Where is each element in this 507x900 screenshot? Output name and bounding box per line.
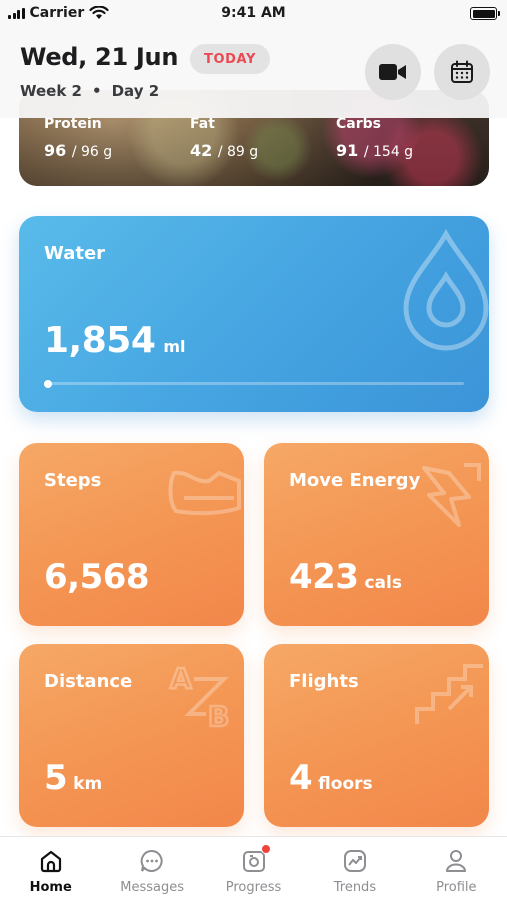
water-card[interactable]: Water 1,854 ml [19,216,489,412]
water-value: 1,854 [44,320,156,361]
distance-value: 5 [44,758,68,798]
tab-home[interactable]: Home [0,837,101,900]
protein-goal: / 96 g [71,144,113,160]
notification-badge [260,844,271,854]
move-energy-card[interactable]: Move Energy 423 cals [264,443,489,626]
battery-icon [470,7,500,20]
distance-card[interactable]: A B Distance 5 km [19,644,244,827]
water-unit: ml [163,337,186,356]
tab-profile[interactable]: Profile [406,837,507,900]
tab-progress[interactable]: Progress [203,837,304,900]
water-value-row: 1,854 ml [44,320,186,361]
tab-trends[interactable]: Trends [304,837,405,900]
steps-value: 6,568 [44,557,150,597]
tab-home-label: Home [29,880,72,895]
status-time: 9:41 AM [221,5,286,21]
distance-unit: km [73,774,103,794]
steps-card[interactable]: Steps 6,568 [19,443,244,626]
steps-title: Steps [44,470,102,491]
distance-value-row: 5 km [44,758,102,798]
separator-dot: • [92,82,102,100]
steps-value-row: 6,568 [44,557,150,597]
move-energy-value-row: 423 cals [289,557,402,597]
today-badge[interactable]: TODAY [190,44,270,74]
fat-goal: / 89 g [217,144,259,160]
flights-value: 4 [289,758,313,798]
calendar-button[interactable] [434,44,490,100]
week-day-subtitle: Week 2 • Day 2 [20,82,159,100]
video-camera-icon [379,64,406,80]
water-title: Water [44,243,106,264]
stairs-icon [415,664,483,724]
calendar-icon [451,60,473,83]
trend-chart-icon [343,850,366,872]
carbs-value: 91 [336,141,359,160]
flights-value-row: 4 floors [289,758,373,798]
video-call-button[interactable] [365,44,421,100]
carbs-label: Carbs [336,116,381,132]
week-label: Week 2 [20,82,82,100]
a-to-b-icon: A B [169,661,231,734]
svg-text:B: B [208,700,229,733]
lightning-icon [422,463,481,527]
home-icon [40,850,61,873]
protein-value: 96 [44,141,67,160]
flights-title: Flights [289,671,359,692]
flights-card[interactable]: Flights 4 floors [264,644,489,827]
protein-label: Protein [44,116,102,132]
page-title: Wed, 21 Jun [20,43,179,71]
chat-bubble-icon [140,849,163,872]
status-bar: Carrier 9:41 AM [0,0,507,28]
tab-trends-label: Trends [333,880,377,895]
tab-bar: Home Messages Progress Trends Profile [0,836,507,900]
shoe-icon [168,470,241,516]
fat-label: Fat [190,116,215,132]
water-progress-track[interactable] [44,379,464,388]
day-label: Day 2 [111,82,160,100]
water-progress-knob[interactable] [44,379,52,388]
water-drop-icon [403,228,489,351]
tab-profile-label: Profile [436,880,477,895]
flights-unit: floors [318,774,373,794]
move-energy-unit: cals [364,573,402,593]
distance-title: Distance [44,671,133,692]
person-icon [446,850,467,872]
tab-messages-label: Messages [120,880,184,895]
carbs-goal: / 154 g [363,144,414,160]
tab-messages[interactable]: Messages [101,837,202,900]
svg-text:A: A [170,662,192,695]
fat-value: 42 [190,141,213,160]
tab-progress-label: Progress [225,880,282,895]
move-energy-title: Move Energy [289,470,421,491]
move-energy-value: 423 [289,557,359,597]
